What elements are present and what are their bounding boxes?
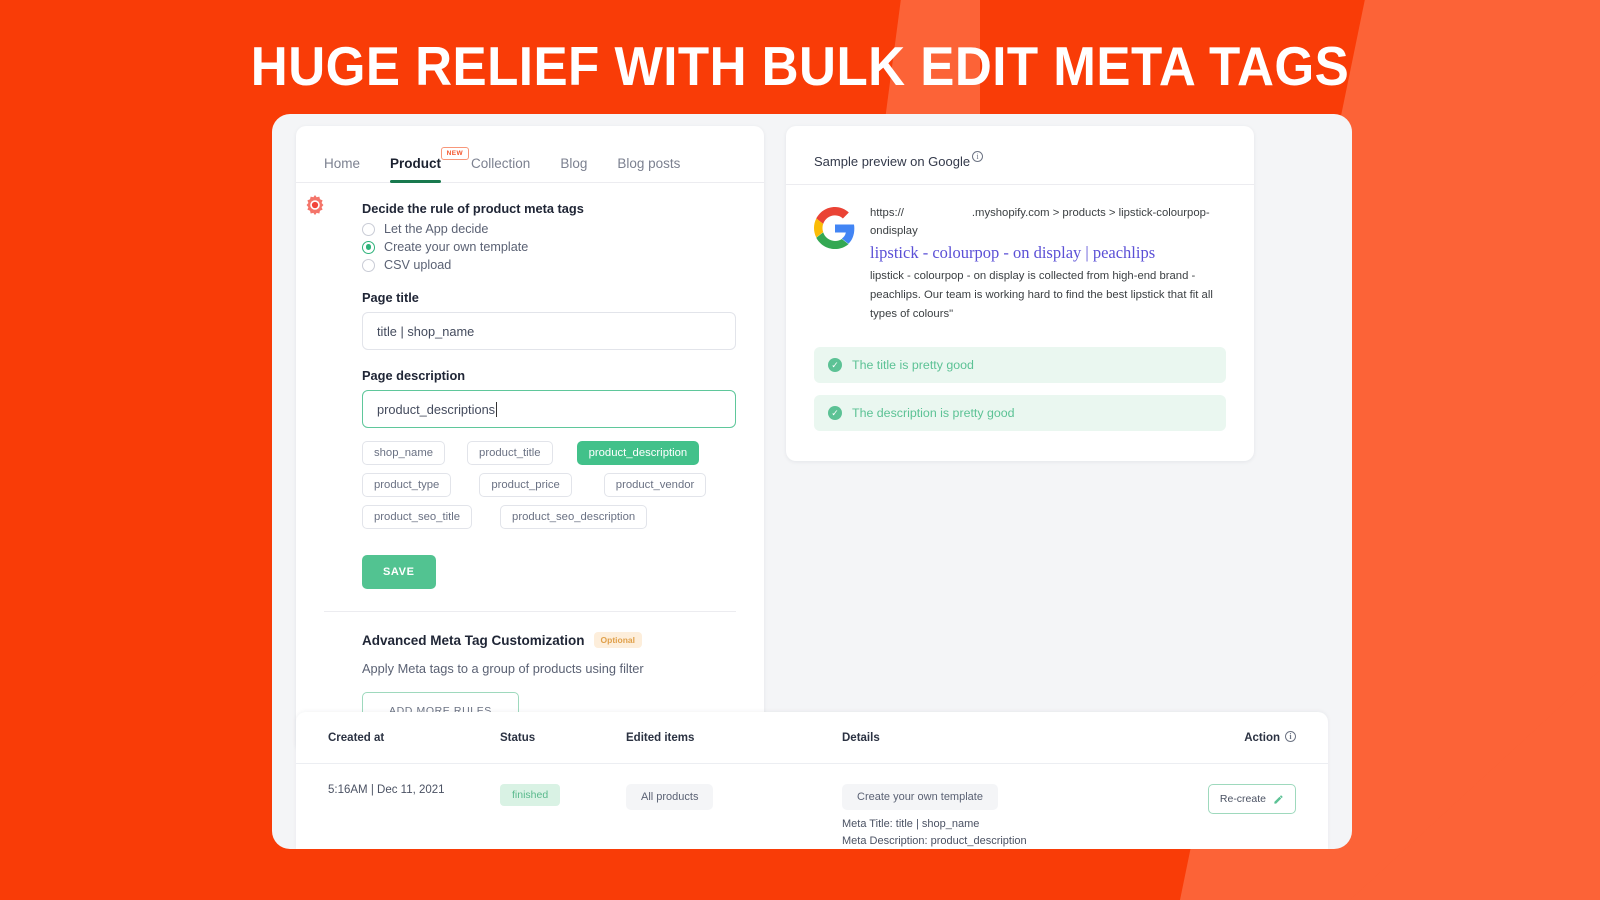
info-icon[interactable]: i	[972, 151, 984, 162]
pencil-icon	[1274, 794, 1283, 804]
radio-indicator[interactable]	[362, 222, 375, 236]
rule-options: Let the App decide Create your own templ…	[362, 222, 736, 272]
recreate-button-label: Re-create	[1219, 793, 1266, 805]
chip-product-vendor[interactable]: product_vendor	[603, 473, 707, 497]
message-text: The title is pretty good	[852, 358, 974, 373]
tab-home[interactable]: Home	[324, 156, 360, 182]
advanced-subtitle: Apply Meta tags to a group of products u…	[362, 661, 644, 676]
tab-collection[interactable]: Collection	[471, 156, 530, 182]
cell-details: Create your own template Meta Title: tit…	[842, 784, 1196, 847]
advanced-title-text: Advanced Meta Tag Customization	[362, 632, 585, 648]
radio-option-csv-upload[interactable]: CSV upload	[362, 258, 736, 272]
cell-action: Re-create	[1196, 784, 1296, 847]
serp-url-prefix: https://	[870, 207, 904, 219]
details-meta-title: Meta Title: title | shop_name	[842, 818, 980, 830]
status-badge: finished	[500, 784, 561, 806]
edited-items-badge: All products	[626, 784, 714, 810]
chip-product-type[interactable]: product_type	[362, 473, 452, 497]
serp-preview: https://.myshopify.com > products > lips…	[786, 185, 1254, 323]
page-title: HUGE RELIEF WITH BULK EDIT META TAGS	[250, 35, 1350, 97]
radio-option-create-template[interactable]: Create your own template	[362, 240, 736, 254]
chip-product-title[interactable]: product_title	[467, 441, 553, 465]
page-description-value: product_descriptions	[377, 401, 496, 417]
column-header-created-at: Created at	[328, 731, 385, 744]
radio-indicator[interactable]	[362, 240, 375, 254]
serp-description: lipstick - colourpop - on display is col…	[870, 270, 1213, 320]
check-circle-icon: ✓	[828, 406, 842, 421]
message-text: The description is pretty good	[852, 406, 1015, 421]
optional-badge: Optional	[593, 632, 643, 648]
column-header-action-label: Action	[1244, 731, 1280, 744]
section-divider	[324, 611, 736, 612]
title-status-message: ✓ The title is pretty good	[814, 347, 1226, 384]
details-template-badge: Create your own template	[842, 784, 998, 810]
advanced-section-title: Advanced Meta Tag Customization Optional	[362, 632, 736, 648]
table-row: 5:16AM | Dec 11, 2021 finished All produ…	[296, 764, 1328, 847]
save-button[interactable]: SAVE	[362, 555, 436, 589]
preview-heading: Sample preview on Google i	[786, 126, 1254, 185]
text-cursor	[496, 401, 498, 417]
tab-blog-posts[interactable]: Blog posts	[617, 156, 680, 182]
page-title-input[interactable]: title | shop_name	[362, 312, 736, 350]
chip-product-description[interactable]: product_description	[576, 441, 700, 465]
details-meta-description: Meta Description: product_description	[842, 835, 1027, 847]
info-icon[interactable]: i	[1285, 730, 1296, 742]
serp-url: https://.myshopify.com > products > lips…	[870, 205, 1226, 240]
recreate-button[interactable]: Re-create	[1207, 784, 1296, 814]
serp-url-rest: .myshopify.com > products > lipstick-col…	[870, 207, 1210, 237]
history-table: Created at Status Edited items Details A…	[296, 712, 1328, 849]
preview-heading-text: Sample preview on Google	[814, 154, 971, 169]
chip-product-seo-description[interactable]: product_seo_description	[500, 505, 648, 529]
chip-shop-name[interactable]: shop_name	[362, 441, 446, 465]
page-title-value: title | shop_name	[377, 323, 475, 339]
cell-status: finished	[500, 784, 626, 847]
google-preview-card: Sample preview on Google i https://.mysh…	[786, 126, 1254, 462]
tab-label: Product	[390, 156, 442, 171]
meta-tag-settings-card: Home Product NEW Collection Blog Blog po…	[296, 126, 764, 752]
cell-edited-items: All products	[626, 784, 842, 847]
tab-bar: Home Product NEW Collection Blog Blog po…	[296, 126, 764, 183]
chip-product-price[interactable]: product_price	[479, 473, 572, 497]
chip-product-seo-title[interactable]: product_seo_title	[362, 505, 473, 529]
page-title-label: Page title	[362, 290, 419, 305]
table-header-row: Created at Status Edited items Details A…	[296, 712, 1328, 764]
tab-blog[interactable]: Blog	[560, 156, 587, 182]
column-header-edited-items: Edited items	[626, 731, 695, 744]
page-description-label: Page description	[362, 368, 466, 383]
column-header-status: Status	[500, 731, 536, 744]
radio-indicator[interactable]	[362, 258, 375, 272]
google-logo-icon	[814, 207, 855, 249]
rule-title: Decide the rule of product meta tags	[362, 201, 584, 216]
column-header-action: Action i	[1196, 730, 1296, 744]
app-window: Home Product NEW Collection Blog Blog po…	[272, 114, 1352, 849]
validation-messages: ✓ The title is pretty good ✓ The descrip…	[786, 323, 1254, 432]
page-description-input[interactable]: product_descriptions	[362, 390, 736, 428]
tab-product[interactable]: Product NEW	[390, 147, 470, 183]
check-circle-icon: ✓	[828, 358, 842, 373]
tab-label: Collection	[471, 156, 531, 171]
tab-label: Home	[324, 156, 361, 171]
cell-created-at: 5:16AM | Dec 11, 2021	[328, 784, 445, 796]
radio-option-let-app-decide[interactable]: Let the App decide	[362, 222, 736, 236]
description-status-message: ✓ The description is pretty good	[814, 395, 1226, 432]
radio-label: CSV upload	[384, 258, 452, 272]
tab-label: Blog	[560, 156, 588, 171]
column-header-details: Details	[842, 731, 880, 744]
gear-icon	[302, 193, 328, 224]
serp-title[interactable]: lipstick - colourpop - on display | peac…	[870, 243, 1226, 263]
radio-label: Create your own template	[384, 240, 529, 254]
variable-chip-list: shop_name product_title product_descript…	[362, 441, 736, 529]
tab-label: Blog posts	[617, 156, 681, 171]
new-badge: NEW	[440, 147, 470, 160]
radio-label: Let the App decide	[384, 222, 489, 236]
